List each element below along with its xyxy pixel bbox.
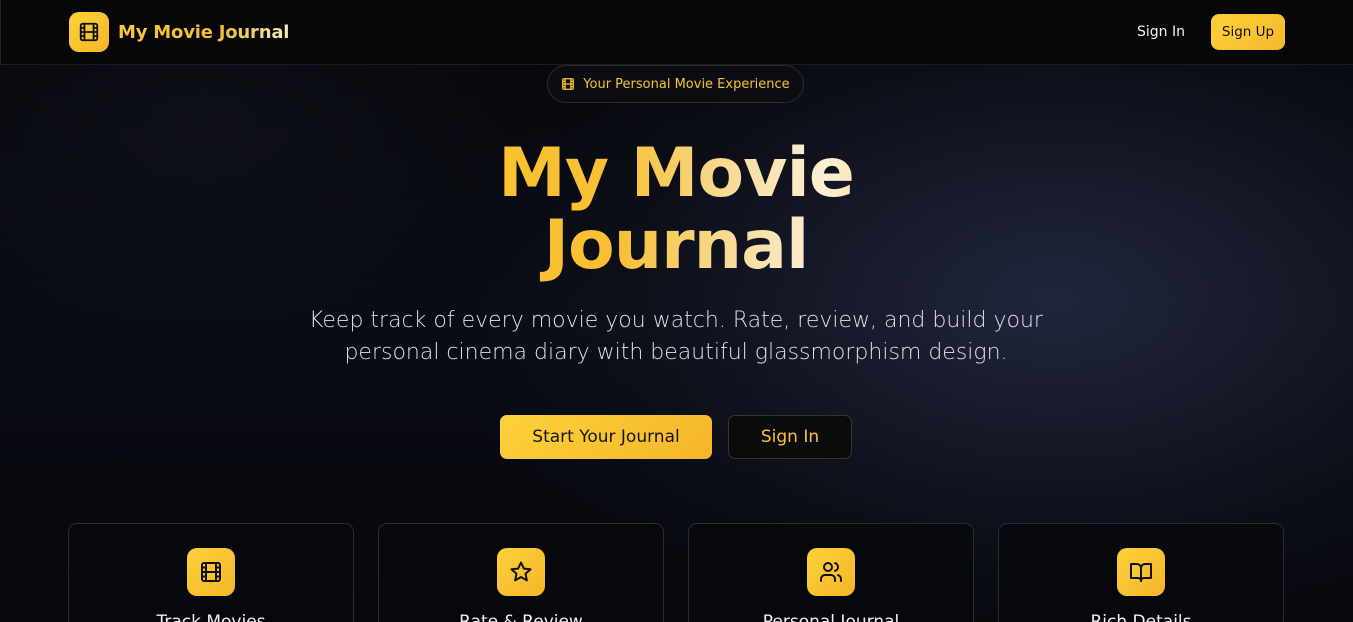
feature-card-rich-details: Rich Details bbox=[998, 523, 1284, 622]
book-open-icon bbox=[1117, 548, 1165, 596]
star-icon bbox=[497, 548, 545, 596]
film-icon[interactable] bbox=[69, 12, 109, 52]
brand-name[interactable]: My Movie Journal bbox=[118, 21, 289, 45]
nav-sign-up-button[interactable]: Sign Up bbox=[1211, 14, 1285, 50]
landing-page: My Movie Journal Sign In Sign Up Your Pe… bbox=[0, 0, 1353, 622]
feature-card-title: Rate & Review bbox=[459, 612, 583, 622]
users-icon bbox=[807, 548, 855, 596]
hero-badge: Your Personal Movie Experience bbox=[547, 65, 804, 103]
feature-card-title: Personal Journal bbox=[762, 612, 900, 622]
top-navbar: My Movie Journal Sign In Sign Up bbox=[0, 0, 1353, 65]
film-icon bbox=[187, 548, 235, 596]
hero-title-line-1: My Movie bbox=[498, 134, 854, 213]
feature-card-rate-review: Rate & Review bbox=[378, 523, 664, 622]
hero-badge-text: Your Personal Movie Experience bbox=[583, 76, 790, 92]
start-journal-button[interactable]: Start Your Journal bbox=[500, 415, 712, 459]
hero-sign-in-button[interactable]: Sign In bbox=[728, 415, 852, 459]
feature-card-personal-journal: Personal Journal bbox=[688, 523, 974, 622]
hero-subtitle-line-1: Keep track of every movie you watch. Rat… bbox=[309, 308, 1043, 333]
nav-sign-in-button[interactable]: Sign In bbox=[1129, 20, 1193, 44]
hero-title-line-2: Journal bbox=[543, 206, 809, 285]
film-icon bbox=[561, 77, 575, 91]
hero-title: My Movie Journal bbox=[376, 138, 976, 282]
hero-subtitle-line-2: personal cinema diary with beautiful gla… bbox=[344, 340, 1008, 365]
feature-card-title: Track Movies bbox=[156, 612, 266, 622]
feature-card-title: Rich Details bbox=[1090, 612, 1192, 622]
feature-card-track-movies: Track Movies bbox=[68, 523, 354, 622]
hero-subtitle: Keep track of every movie you watch. Rat… bbox=[276, 305, 1076, 369]
